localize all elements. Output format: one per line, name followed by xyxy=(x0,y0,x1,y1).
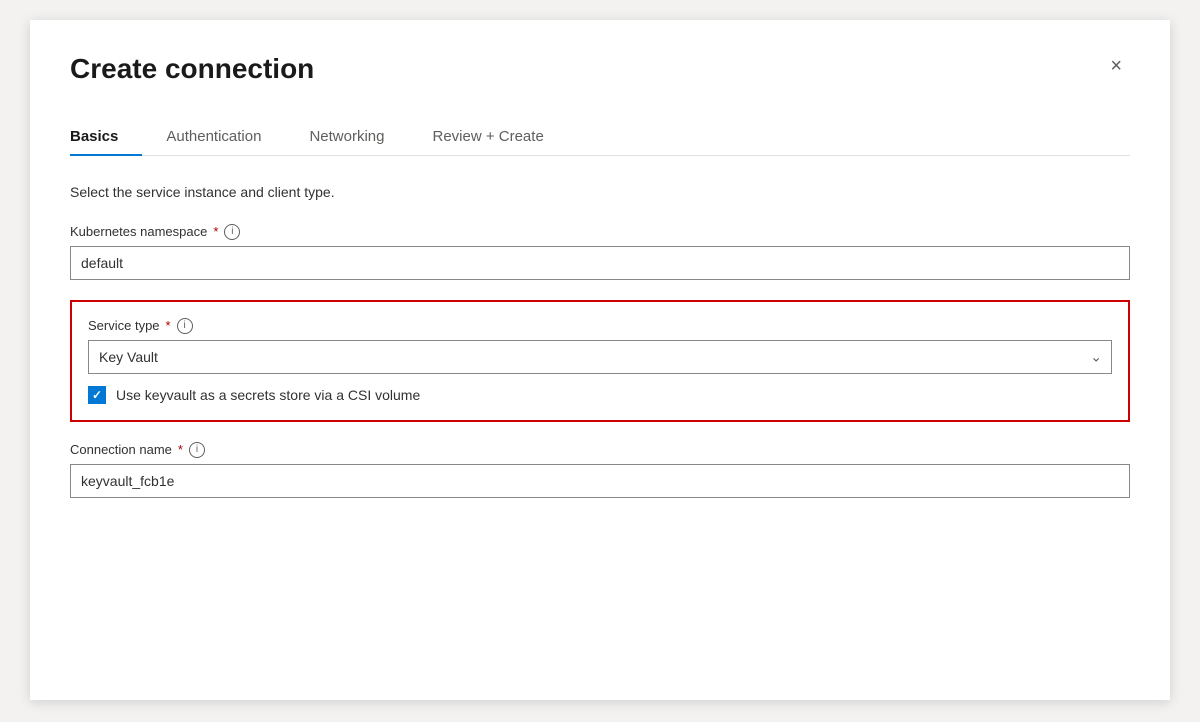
service-type-select-wrapper: Key Vault ⌄ xyxy=(88,340,1112,374)
tab-authentication[interactable]: Authentication xyxy=(142,118,285,155)
tab-basics[interactable]: Basics xyxy=(70,118,142,155)
close-button[interactable]: × xyxy=(1102,52,1130,80)
service-type-label: Service type * i xyxy=(88,318,1112,334)
connection-name-field: Connection name * i xyxy=(70,442,1130,498)
dialog-title: Create connection xyxy=(70,52,314,86)
service-type-required: * xyxy=(166,318,171,333)
csi-checkbox[interactable]: ✓ xyxy=(88,386,106,404)
service-type-info-icon[interactable]: i xyxy=(177,318,193,334)
section-description: Select the service instance and client t… xyxy=(70,184,1130,200)
checkbox-check-icon: ✓ xyxy=(92,388,102,402)
tab-networking[interactable]: Networking xyxy=(285,118,408,155)
service-type-field: Service type * i Key Vault ⌄ ✓ Use keyva… xyxy=(88,318,1112,404)
tabs-nav: Basics Authentication Networking Review … xyxy=(70,118,1130,156)
kubernetes-namespace-input[interactable] xyxy=(70,246,1130,280)
connection-name-label: Connection name * i xyxy=(70,442,1130,458)
connection-name-input[interactable] xyxy=(70,464,1130,498)
create-connection-dialog: Create connection × Basics Authenticatio… xyxy=(30,20,1170,700)
connection-name-required: * xyxy=(178,442,183,457)
service-type-section: Service type * i Key Vault ⌄ ✓ Use keyva… xyxy=(70,300,1130,422)
required-indicator: * xyxy=(213,224,218,239)
tab-review-create[interactable]: Review + Create xyxy=(408,118,567,155)
csi-checkbox-row: ✓ Use keyvault as a secrets store via a … xyxy=(88,386,1112,404)
csi-checkbox-label: Use keyvault as a secrets store via a CS… xyxy=(116,387,420,403)
service-type-select[interactable]: Key Vault xyxy=(88,340,1112,374)
connection-name-info-icon[interactable]: i xyxy=(189,442,205,458)
kubernetes-namespace-info-icon[interactable]: i xyxy=(224,224,240,240)
kubernetes-namespace-field: Kubernetes namespace * i xyxy=(70,224,1130,280)
kubernetes-namespace-label: Kubernetes namespace * i xyxy=(70,224,1130,240)
dialog-header: Create connection × xyxy=(70,52,1130,86)
